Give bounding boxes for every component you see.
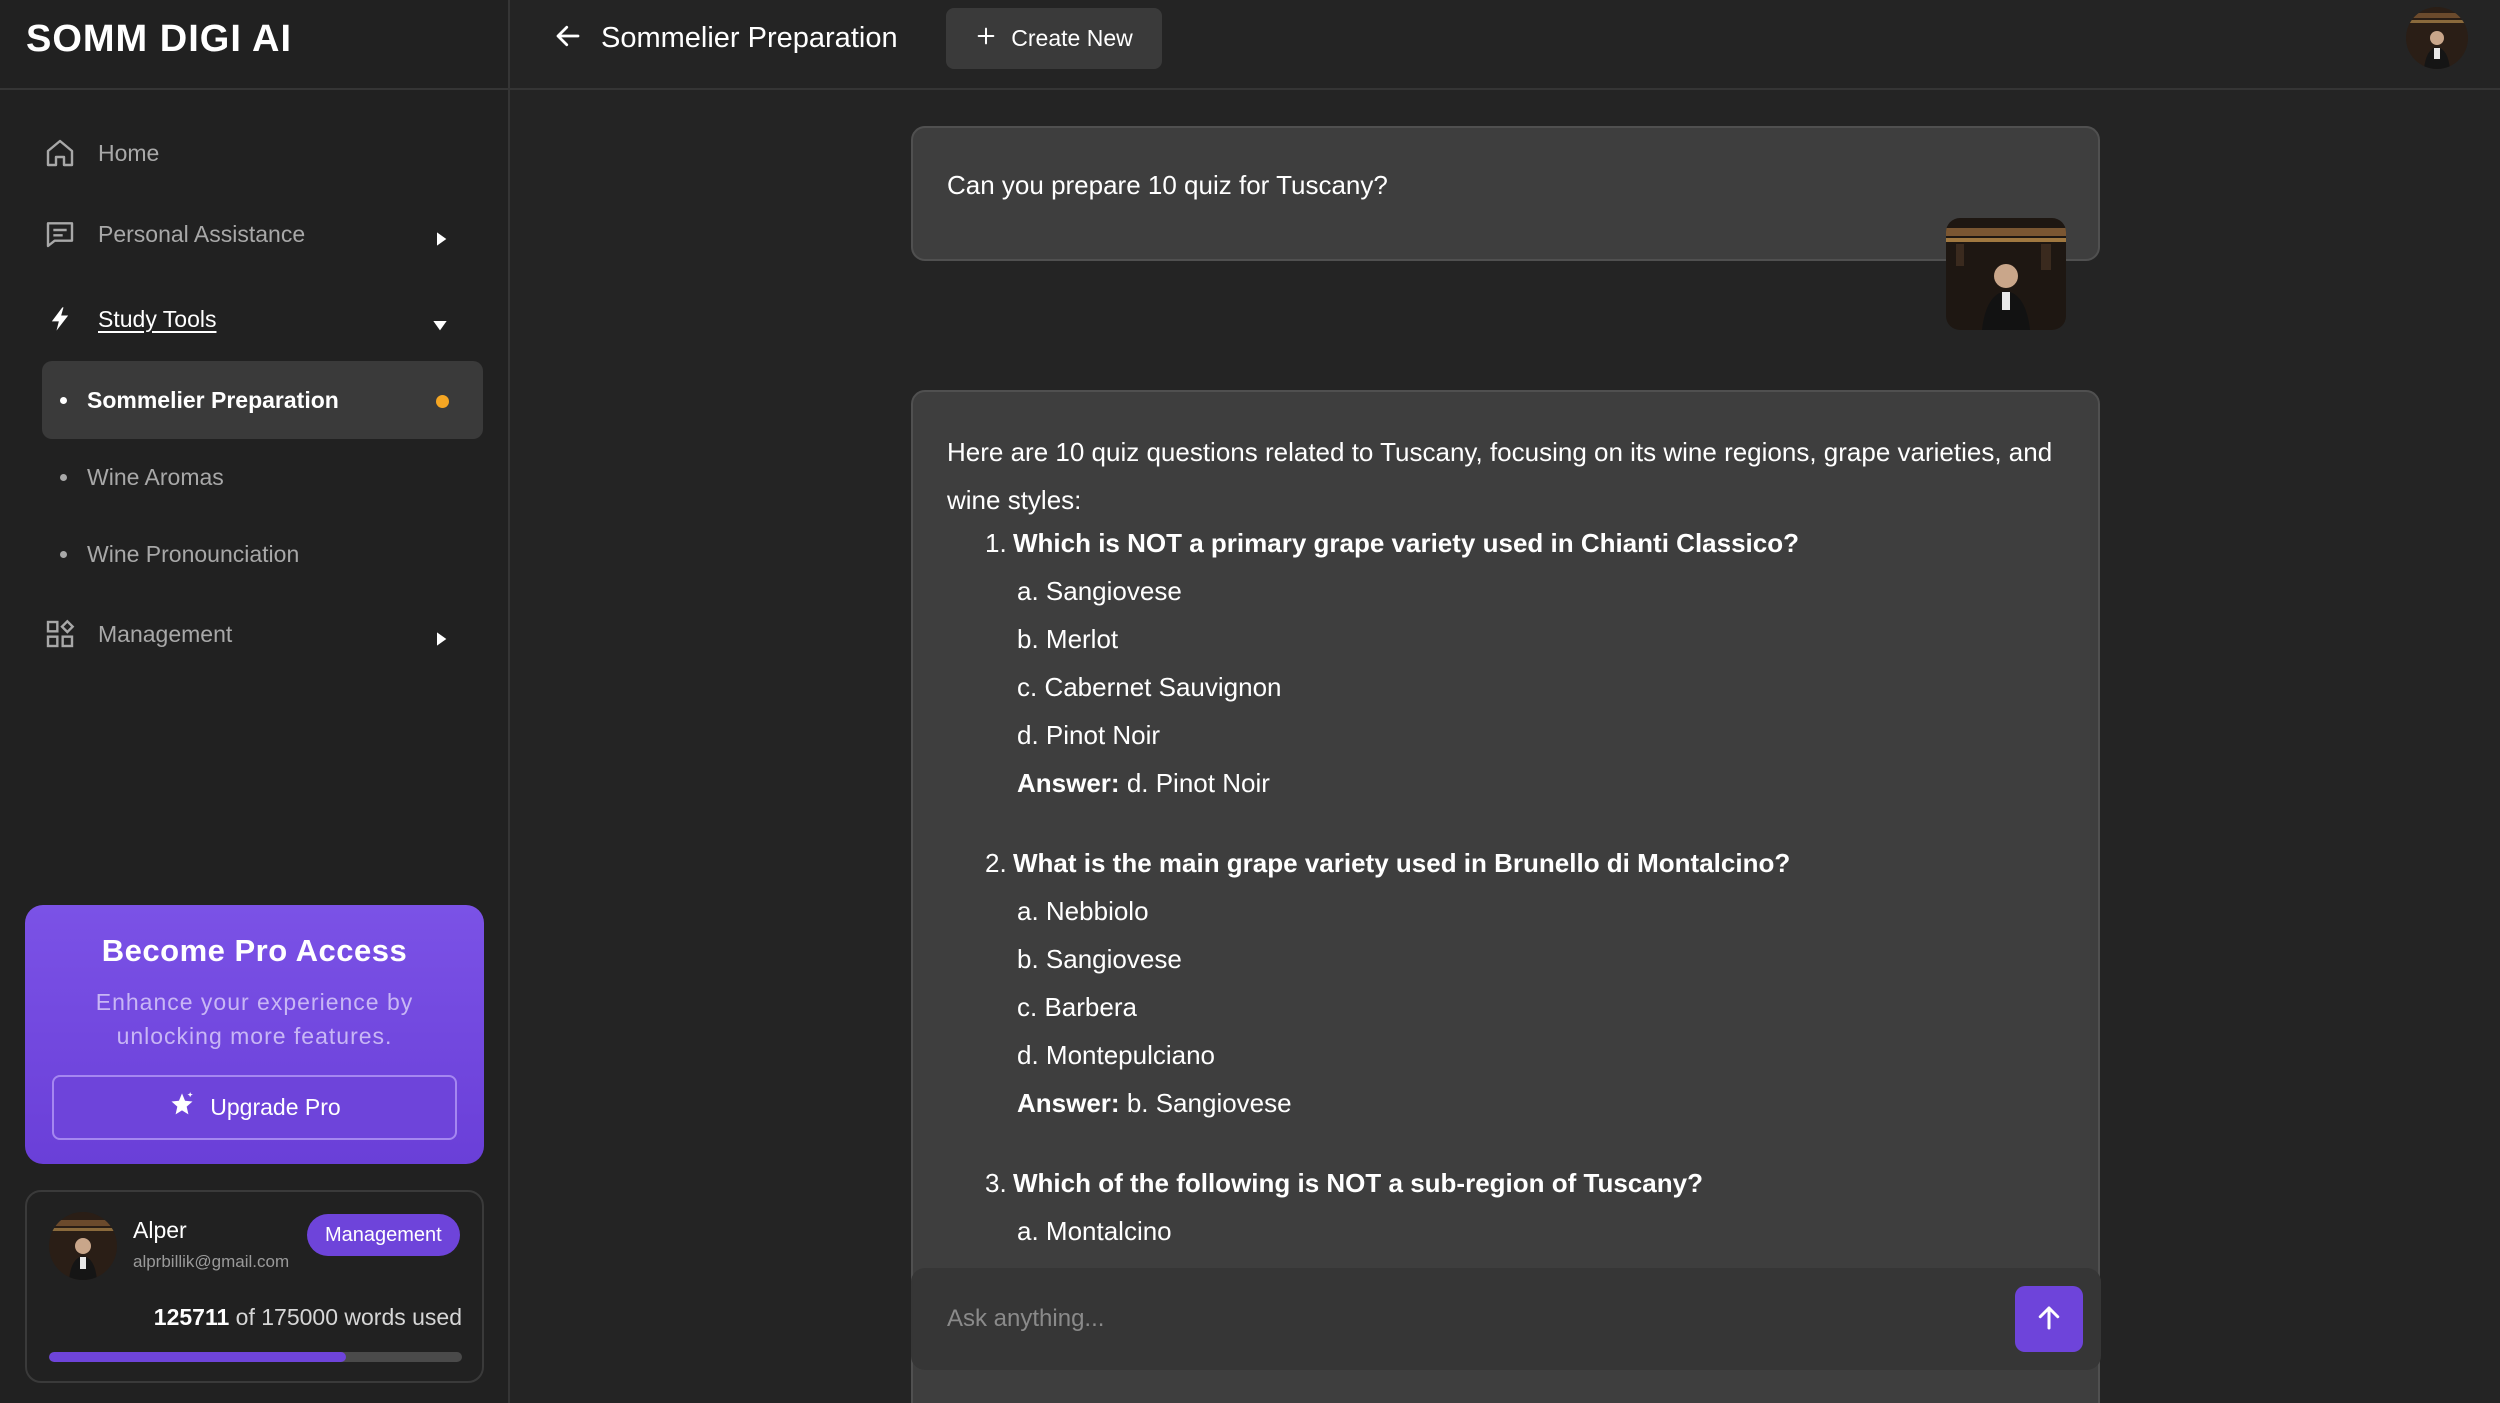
- ask-input[interactable]: [947, 1298, 1947, 1340]
- question-answer: Answer: b. Sangiovese: [1017, 1088, 1292, 1119]
- avatar[interactable]: [49, 1212, 117, 1280]
- user-email: alprbillik@gmail.com: [133, 1252, 290, 1271]
- question-option: b. Sangiovese: [1017, 944, 1182, 974]
- create-new-button[interactable]: Create New: [946, 8, 1162, 69]
- question-option: a. Sangiovese: [1017, 576, 1182, 606]
- question-answer: Answer: d. Pinot Noir: [1017, 768, 1270, 799]
- sidebar-subitem-sommelier-preparation[interactable]: Sommelier Preparation: [42, 361, 483, 439]
- upgrade-pro-label: Upgrade Pro: [210, 1094, 341, 1120]
- assistant-intro-text: Here are 10 quiz questions related to Tu…: [947, 437, 2053, 515]
- caret-down-icon: [432, 311, 448, 338]
- brand-logo: SOMM DIGI AI: [26, 18, 293, 60]
- assistant-message-bubble: Here are 10 quiz questions related to Tu…: [911, 390, 2100, 1403]
- arrow-up-icon: [2034, 1303, 2064, 1336]
- arrow-left-icon: [551, 21, 585, 56]
- sidebar-item-label: Management: [98, 620, 233, 647]
- pro-upgrade-card: Become Pro Access Enhance your experienc…: [25, 905, 484, 1164]
- chat-area: Can you prepare 10 quiz for Tuscany? Her…: [510, 92, 2500, 1403]
- lightning-icon: [40, 299, 80, 339]
- question-number: 2.: [985, 848, 1007, 878]
- question-option: a. Nebbiolo: [1017, 896, 1149, 926]
- upgrade-pro-button[interactable]: Upgrade Pro: [52, 1075, 457, 1140]
- plus-icon: [975, 25, 997, 53]
- usage-progress-fill: [49, 1352, 346, 1362]
- sidebar-item-personal-assistance[interactable]: Personal Assistance: [40, 204, 470, 264]
- sparkle-star-icon: [168, 1091, 196, 1125]
- usage-progress-bar: [49, 1352, 462, 1362]
- bullet: [60, 396, 67, 404]
- page-title: Sommelier Preparation: [601, 22, 898, 54]
- pro-title: Become Pro Access: [101, 933, 408, 968]
- sidebar-item-study-tools[interactable]: Study Tools: [40, 289, 470, 349]
- answer-value: b. Sangiovese: [1126, 1088, 1292, 1118]
- question-number: 3.: [985, 1168, 1007, 1198]
- answer-value: d. Pinot Noir: [1126, 768, 1270, 798]
- question-title: Which is NOT a primary grape variety use…: [1013, 528, 1799, 558]
- send-button[interactable]: [2015, 1286, 2083, 1352]
- sidebar-subitem-wine-aromas[interactable]: Wine Aromas: [42, 438, 483, 516]
- user-message-bubble: Can you prepare 10 quiz for Tuscany?: [911, 126, 2100, 261]
- question-option: c. Barbera: [1017, 992, 1137, 1022]
- words-total-text: of 175000 words used: [235, 1304, 462, 1330]
- chat-icon: [40, 214, 80, 254]
- user-avatar[interactable]: [2406, 7, 2468, 69]
- question-number: 1.: [985, 528, 1007, 558]
- answer-label: Answer:: [1017, 1088, 1120, 1118]
- sidebar-item-label: Home: [98, 139, 160, 166]
- question-option: b. Merlot: [1017, 624, 1119, 654]
- pro-description: Enhance your experience by unlocking mor…: [95, 989, 414, 1049]
- active-indicator-dot: [436, 395, 449, 408]
- question-title: What is the main grape variety used in B…: [1013, 848, 1791, 878]
- back-button[interactable]: [543, 18, 593, 58]
- user-card: Alper alprbillik@gmail.com Management 12…: [25, 1190, 484, 1383]
- question-option: a. Montalcino: [1017, 1216, 1172, 1246]
- sidebar-subitem-label: Wine Aromas: [87, 463, 224, 490]
- sidebar: SOMM DIGI AI Home Personal Assistance St…: [0, 0, 510, 1403]
- answer-label: Answer:: [1017, 768, 1120, 798]
- caret-right-icon: [434, 626, 448, 653]
- message-avatar: [1946, 218, 2066, 330]
- sidebar-subitem-label: Wine Pronounciation: [87, 540, 300, 567]
- words-used-count: 125711: [153, 1304, 230, 1330]
- question-option: d. Montepulciano: [1017, 1040, 1216, 1070]
- question-option: d. Pinot Noir: [1017, 720, 1161, 750]
- divider: [0, 88, 510, 90]
- sidebar-item-label: Personal Assistance: [98, 220, 306, 247]
- sidebar-item-management[interactable]: Management: [40, 604, 470, 664]
- create-new-label: Create New: [1011, 25, 1133, 51]
- question-option: c. Cabernet Sauvignon: [1017, 672, 1282, 702]
- role-badge: Management: [307, 1214, 460, 1256]
- sidebar-subitem-wine-pronounciation[interactable]: Wine Pronounciation: [42, 515, 483, 593]
- bullet: [60, 550, 67, 558]
- sidebar-item-label: Study Tools: [98, 305, 217, 332]
- chat-input-bar: [911, 1268, 2101, 1370]
- bullet: [60, 473, 67, 481]
- word-usage: 125711 of 175000 words used: [154, 1304, 462, 1331]
- caret-right-icon: [434, 226, 448, 253]
- user-message-text: Can you prepare 10 quiz for Tuscany?: [947, 170, 1388, 200]
- sidebar-subitem-label: Sommelier Preparation: [87, 386, 339, 413]
- grid-icon: [40, 614, 80, 654]
- sidebar-item-home[interactable]: Home: [40, 123, 470, 183]
- user-name: Alper: [133, 1217, 187, 1243]
- home-icon: [40, 133, 80, 173]
- top-header: Sommelier Preparation Create New: [510, 0, 2500, 90]
- question-title: Which of the following is NOT a sub-regi…: [1013, 1168, 1703, 1198]
